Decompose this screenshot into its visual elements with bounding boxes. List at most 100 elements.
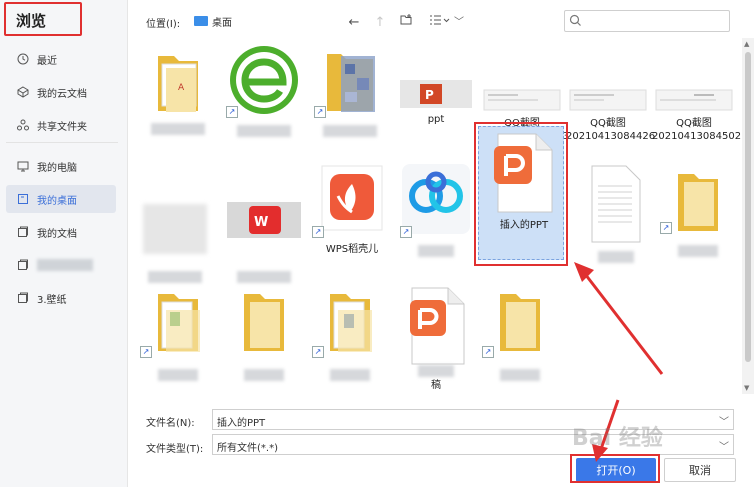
file-item[interactable]: [576, 164, 656, 263]
file-label: 插入的PPT: [499, 220, 549, 231]
file-label: QQ截图20210413084502: [652, 118, 742, 142]
svg-text:P: P: [425, 88, 434, 102]
sidebar-item-label-blurred: [37, 259, 93, 271]
file-label: 稿: [431, 380, 441, 391]
sidebar-item-my-computer[interactable]: 我的电脑: [6, 152, 116, 180]
file-item-selected[interactable]: 插入的PPT: [486, 132, 562, 232]
chevron-down-icon[interactable]: ﹀: [719, 438, 729, 453]
screenshot-thumbnail-icon: [483, 89, 561, 111]
file-label-blurred: [323, 125, 377, 137]
toolbar: 位置(I): 桌面 ﹀ ← ↑: [128, 6, 754, 36]
shortcut-arrow-icon: ↗: [314, 106, 326, 118]
file-item[interactable]: ↗ WPS稻壳儿: [312, 162, 392, 256]
wps-presentation-icon: [410, 287, 465, 365]
back-button[interactable]: ←: [346, 14, 362, 30]
cloud-doc-icon: [16, 86, 29, 99]
folder-doc-icon: [158, 294, 200, 352]
file-item[interactable]: [132, 190, 218, 283]
shortcut-arrow-icon: ↗: [482, 346, 494, 358]
file-label: WPS稻壳儿: [325, 244, 379, 255]
shortcut-arrow-icon: ↗: [400, 226, 412, 238]
file-item[interactable]: ↗: [396, 162, 476, 257]
shortcut-arrow-icon: ↗: [660, 222, 672, 234]
file-label-blurred: [500, 369, 540, 381]
share-icon: [16, 119, 29, 132]
file-grid: A ↗ ↗ P ppt QQ截图 3 QQ截图20210413084426 QQ…: [128, 38, 742, 396]
filename-label: 文件名(N):: [146, 418, 195, 429]
chevron-down-icon: ﹀: [454, 17, 464, 28]
file-label-blurred: [237, 125, 291, 137]
chevron-down-icon[interactable]: ﹀: [719, 413, 729, 428]
sidebar: 浏览 最近 我的云文档 共享文件夹 我的电脑 我的桌面 我的文档 3.壁纸: [0, 0, 128, 487]
screenshot-thumbnail-icon: [655, 89, 733, 111]
sidebar-item-recent[interactable]: 最近: [6, 45, 116, 73]
file-label-blurred: [148, 271, 202, 283]
new-folder-icon: [400, 14, 413, 30]
new-folder-button[interactable]: [398, 14, 414, 30]
monitor-icon: [16, 160, 29, 173]
sidebar-item-label: 我的云文档: [37, 88, 87, 100]
desktop-folder-icon: [194, 16, 208, 26]
scroll-up-icon[interactable]: ▲: [744, 40, 749, 48]
location-label: 位置(I):: [146, 19, 181, 30]
file-label-blurred: [151, 123, 205, 135]
ppt-file-icon: [494, 133, 553, 213]
file-item[interactable]: P ppt: [396, 80, 476, 126]
filetype-value: 所有文件(*.*): [217, 443, 278, 454]
sidebar-item-label: 共享文件夹: [37, 121, 87, 133]
sidebar-item-label: 我的桌面: [37, 195, 77, 207]
text-document-icon: [591, 165, 641, 243]
sidebar-item-cloud-docs[interactable]: 我的云文档: [6, 78, 116, 106]
app-e-icon: [230, 46, 298, 114]
up-button[interactable]: ↑: [372, 14, 388, 30]
view-mode-button[interactable]: [426, 14, 454, 30]
file-item[interactable]: ↗: [480, 288, 560, 381]
file-label-blurred: [418, 245, 454, 257]
file-item[interactable]: QQ截图20210413084426: [566, 88, 655, 143]
sidebar-item-label: 我的电脑: [37, 162, 77, 174]
scrollbar-thumb[interactable]: [745, 52, 751, 362]
sidebar-item-blurred-folder[interactable]: [6, 251, 116, 279]
file-label-blurred: [158, 369, 198, 381]
sidebar-divider: [6, 142, 118, 143]
file-label: ppt: [427, 114, 445, 125]
sidebar-item-my-documents[interactable]: 我的文档: [6, 218, 116, 246]
sidebar-item-wallpaper[interactable]: 3.壁纸: [6, 284, 116, 312]
sidebar-item-label: 3.壁纸: [37, 294, 67, 306]
svg-text:W: W: [254, 215, 268, 230]
folder-doc-icon: A: [158, 56, 198, 112]
sidebar-item-label: 我的文档: [37, 228, 77, 240]
list-view-icon: [429, 14, 451, 30]
folder-icon: [678, 174, 718, 231]
file-item[interactable]: ↗: [310, 288, 390, 381]
search-input[interactable]: [564, 10, 730, 32]
shortcut-arrow-icon: ↗: [312, 226, 324, 238]
file-item[interactable]: ↗: [310, 44, 390, 137]
file-item[interactable]: A: [138, 44, 218, 135]
ppt-thumbnail-icon: P: [400, 80, 472, 108]
clock-icon: [16, 53, 29, 66]
vertical-scrollbar[interactable]: ▲ ▼: [742, 38, 754, 394]
file-item[interactable]: W: [224, 190, 304, 283]
file-item[interactable]: ↗: [138, 288, 218, 381]
location-dropdown[interactable]: 桌面 ﹀: [194, 10, 464, 32]
wps-office-icon: W: [227, 202, 301, 238]
sidebar-item-shared[interactable]: 共享文件夹: [6, 111, 116, 139]
scroll-down-icon[interactable]: ▼: [744, 384, 749, 392]
cancel-button[interactable]: 取消: [664, 458, 736, 482]
folder-doc-icon: [330, 294, 372, 352]
baidu-watermark: Bai 经验: [572, 426, 663, 451]
shortcut-arrow-icon: ↗: [312, 346, 324, 358]
folder-icon: [244, 294, 284, 351]
file-item[interactable]: QQ截图20210413084502: [652, 88, 742, 143]
file-label-blurred: [678, 245, 718, 257]
file-item[interactable]: 稿: [396, 286, 476, 392]
svg-text:A: A: [178, 83, 185, 93]
folder-icon: [16, 259, 29, 272]
file-item[interactable]: ↗: [224, 44, 304, 137]
wps-daoke-icon: [321, 165, 383, 231]
desktop-icon: [16, 193, 29, 206]
file-item[interactable]: [224, 288, 304, 381]
sidebar-item-my-desktop[interactable]: 我的桌面: [6, 185, 116, 213]
file-item[interactable]: ↗: [658, 164, 738, 257]
